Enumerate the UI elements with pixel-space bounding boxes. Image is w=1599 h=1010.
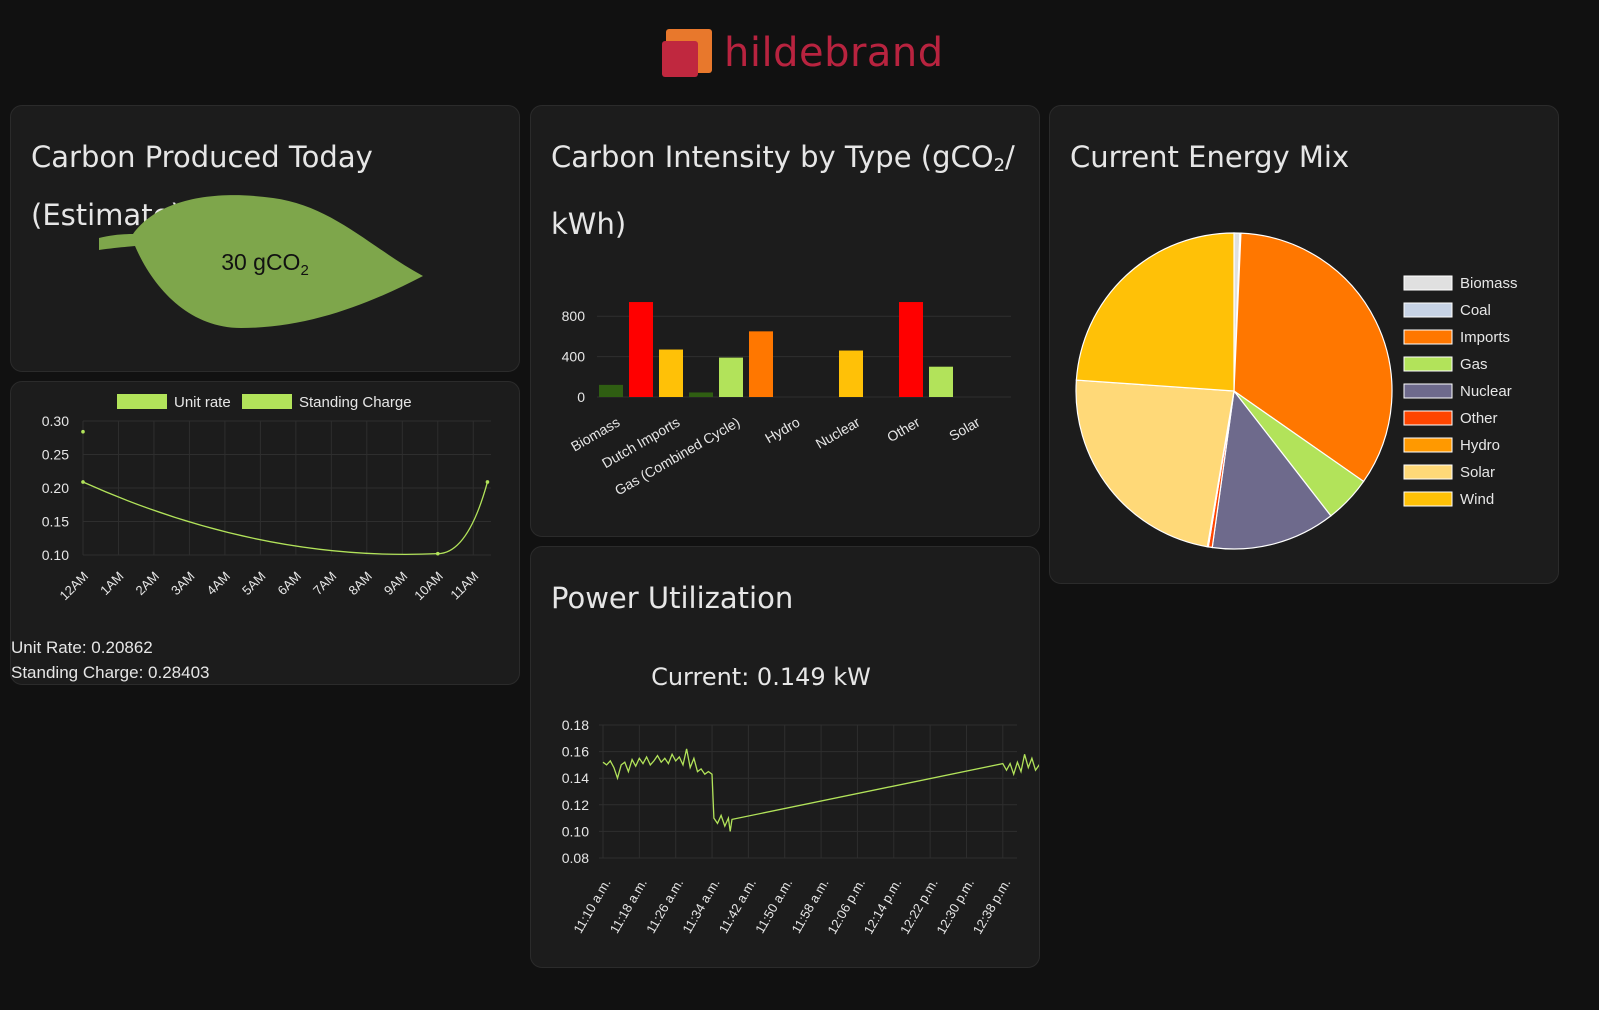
legend-swatch-nuclear: [1403, 383, 1453, 399]
intensity-x-tick: Solar: [946, 414, 983, 444]
legend-label-standing-charge: Standing Charge: [299, 394, 412, 411]
power-card: Power Utilization Current: 0.149 kW 0.18…: [530, 546, 1040, 968]
intensity-y-tick: 0: [577, 389, 585, 405]
tariff-x-tick: 5AM: [239, 569, 269, 599]
power-y-tick: 0.18: [562, 717, 589, 733]
tariff-card: Unit rate Standing Charge 0.30 0.25 0.20 0.…: [10, 381, 520, 685]
unit-rate-line: [82, 481, 489, 556]
tariff-x-tick: 1AM: [97, 569, 127, 599]
legend-label-unit-rate: Unit rate: [174, 394, 231, 411]
tariff-y-tick: 0.30: [42, 413, 69, 429]
intensity-bar: [689, 392, 713, 397]
carbon-value: 30 gCO2: [221, 249, 309, 279]
legend-swatch-biomass: [1403, 275, 1453, 291]
power-y-tick: 0.12: [562, 797, 589, 813]
tariff-chart: Unit rate Standing Charge 0.30 0.25 0.20 0.…: [42, 394, 491, 604]
unit-rate-point: [81, 480, 85, 484]
legend-swatch-imports: [1403, 329, 1453, 345]
tariff-x-tick: 11AM: [447, 569, 481, 603]
legend-swatch-hydro: [1403, 437, 1453, 453]
logo-mark-icon: [662, 29, 712, 77]
intensity-card: Carbon Intensity by Type (gCO2/kWh) 800 4…: [530, 105, 1040, 537]
intensity-chart: 8004000BiomassDutch ImportsGas (Combined…: [562, 302, 1011, 498]
tariff-x-tick: 2AM: [133, 569, 163, 599]
legend-label-nuclear: Nuclear: [1460, 383, 1512, 400]
legend-label-biomass: Biomass: [1460, 275, 1518, 292]
legend-label-coal: Coal: [1460, 302, 1491, 319]
unit-rate-text: Unit Rate: 0.20862: [11, 638, 153, 657]
legend-label-imports: Imports: [1460, 329, 1510, 346]
legend-label-wind: Wind: [1460, 491, 1494, 508]
intensity-y-tick: 800: [562, 308, 586, 324]
intensity-x-tick: Nuclear: [813, 414, 863, 452]
tariff-x-tick: 8AM: [345, 569, 375, 599]
intensity-bar: [719, 357, 743, 397]
legend-swatch-standing-charge: [242, 394, 292, 409]
legend-label-other: Other: [1460, 410, 1498, 427]
pie-slice-wind: [1075, 232, 1235, 392]
intensity-bar: [659, 349, 683, 397]
tariff-x-tick: 12AM: [56, 569, 91, 604]
intensity-bar: [629, 302, 653, 397]
tariff-x-tick: 3AM: [168, 569, 198, 599]
power-y-tick: 0.16: [562, 744, 589, 760]
legend-swatch-gas: [1403, 356, 1453, 372]
tariff-y-tick: 0.25: [42, 447, 69, 463]
intensity-x-tick: Hydro: [762, 414, 803, 447]
intensity-bar: [929, 366, 953, 397]
hildebrand-logo: hildebrand: [662, 28, 944, 78]
legend-label-gas: Gas: [1460, 356, 1488, 373]
legend-label-solar: Solar: [1460, 464, 1495, 481]
intensity-bar: [899, 302, 923, 397]
energy-mix-chart: Biomass Coal Imports Gas Nuclear Other Hydro So…: [1075, 232, 1518, 550]
power-chart: 0.180.160.140.120.100.0811:10 a.m.11:18 …: [562, 717, 1039, 937]
intensity-bar: [749, 331, 773, 397]
power-x-tick: 12:38 p.m.: [970, 876, 1014, 937]
unit-rate-point: [485, 480, 490, 484]
standing-charge-text: Standing Charge: 0.28403: [11, 663, 210, 682]
tariff-x-tick: 10AM: [411, 569, 446, 604]
tariff-x-tick: 7AM: [310, 569, 340, 599]
tariff-x-tick: 4AM: [204, 569, 234, 599]
legend-swatch-other: [1403, 410, 1453, 426]
tariff-x-tick: 9AM: [381, 569, 411, 599]
intensity-x-tick: Other: [884, 414, 923, 446]
unit-rate-point: [435, 551, 440, 556]
power-y-tick: 0.10: [562, 823, 589, 839]
logo-text: hildebrand: [724, 30, 944, 76]
legend-swatch-coal: [1403, 302, 1453, 318]
leaf-graphic: 30 gCO2: [99, 195, 423, 328]
legend-swatch-wind: [1403, 491, 1453, 507]
legend-swatch-solar: [1403, 464, 1453, 480]
tariff-legend: Unit rate Standing Charge: [117, 394, 412, 411]
legend-label-hydro: Hydro: [1460, 437, 1500, 454]
power-y-tick: 0.14: [562, 770, 589, 786]
intensity-y-tick: 400: [562, 349, 586, 365]
tariff-y-tick: 0.10: [42, 547, 69, 563]
standing-charge-point: [81, 429, 85, 434]
carbon-today-card: Carbon Produced Today (Estimate) 30 gCO2: [10, 105, 520, 372]
tariff-y-tick: 0.15: [42, 514, 69, 530]
tariff-y-tick: 0.20: [42, 480, 69, 496]
intensity-bar: [599, 384, 623, 397]
pie-slice-solar: [1075, 379, 1235, 548]
intensity-bar: [839, 350, 863, 397]
energy-mix-card: Current Energy Mix Biomass Coal Imports Gas…: [1049, 105, 1559, 584]
power-y-tick: 0.08: [562, 850, 589, 866]
legend-swatch-unit-rate: [117, 394, 167, 409]
tariff-x-tick: 6AM: [274, 569, 304, 599]
